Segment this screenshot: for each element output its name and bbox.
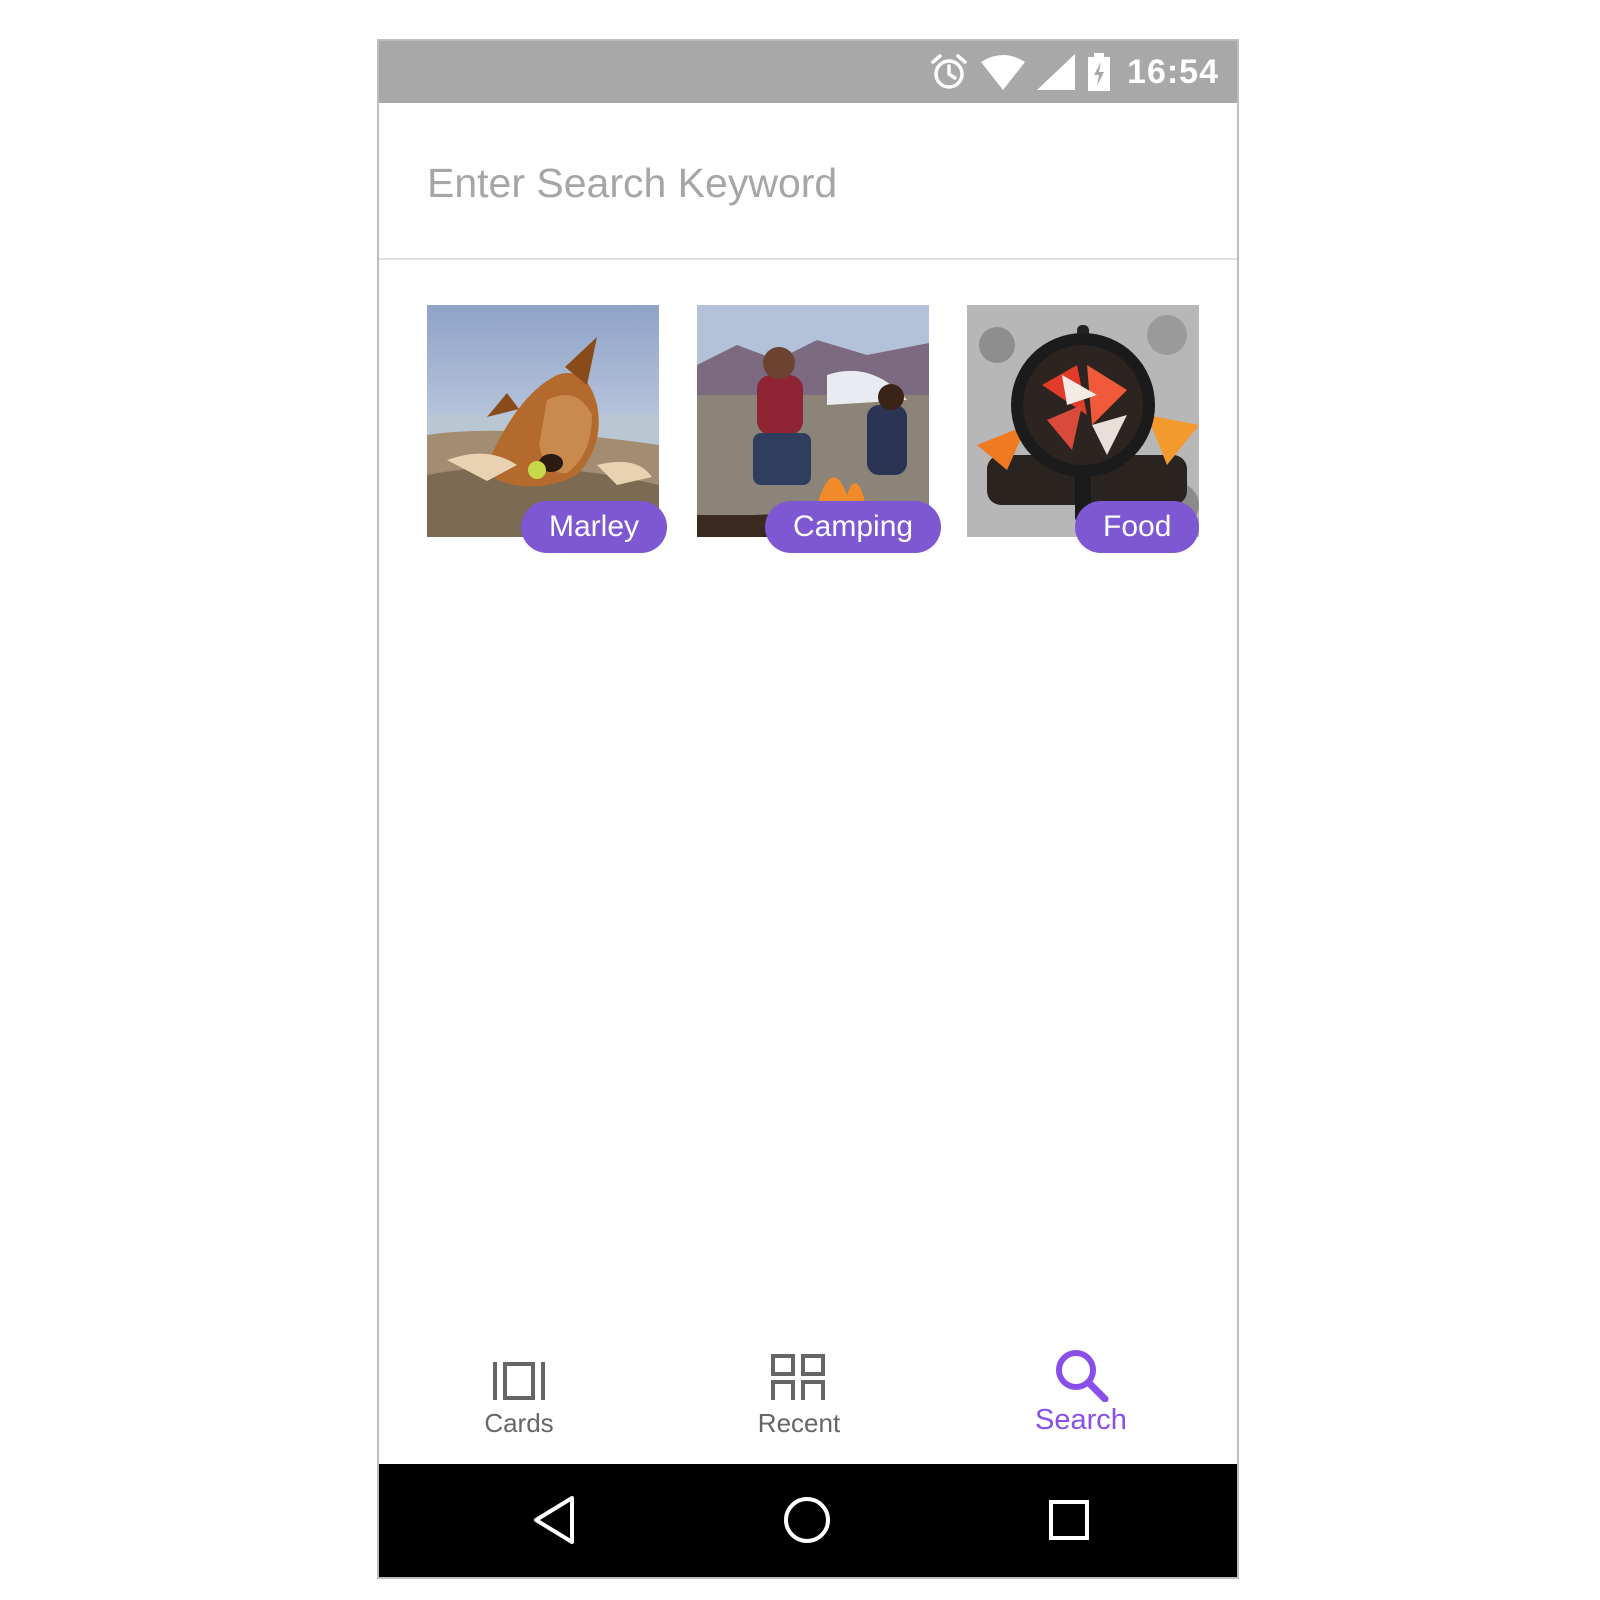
nav-item-recent[interactable]: Recent [709,1346,889,1446]
status-icons: 16:54 [929,41,1219,103]
grid-icon [771,1346,827,1402]
home-icon[interactable] [779,1492,835,1548]
status-time: 16:54 [1127,52,1219,91]
search-icon [1053,1346,1109,1402]
wifi-icon [981,54,1026,90]
suggestion-chip: Food [1075,501,1200,553]
suggestion-tile-marley[interactable]: Marley [427,305,668,553]
phone-screen: 16:54 Enter Search Keyword Marley Campin… [377,39,1239,1579]
search-bar [379,103,1237,260]
back-icon[interactable] [526,1492,582,1548]
alarm-icon [929,52,969,92]
suggestion-tile-camping[interactable]: Camping [697,305,942,553]
nav-label: Cards [484,1408,554,1438]
nav-label: Recent [757,1408,841,1438]
nav-item-cards[interactable]: Cards [429,1346,609,1446]
search-suggestions: Marley Camping Food [427,305,1207,565]
bottom-navigation: Cards Recent Search [379,1346,1237,1446]
suggestion-chip: Marley [521,501,668,553]
nav-item-search[interactable]: Search [991,1346,1171,1446]
cards-icon [491,1346,547,1402]
suggestion-chip: Camping [765,501,942,553]
suggestion-tile-food[interactable]: Food [967,305,1200,553]
system-navigation-bar [379,1464,1237,1577]
nav-label: Search [1035,1404,1127,1436]
signal-icon [1037,54,1076,90]
battery-charging-icon [1087,53,1111,91]
overview-icon[interactable] [1041,1492,1097,1548]
status-bar: 16:54 [379,41,1237,103]
search-input[interactable] [427,155,1187,211]
